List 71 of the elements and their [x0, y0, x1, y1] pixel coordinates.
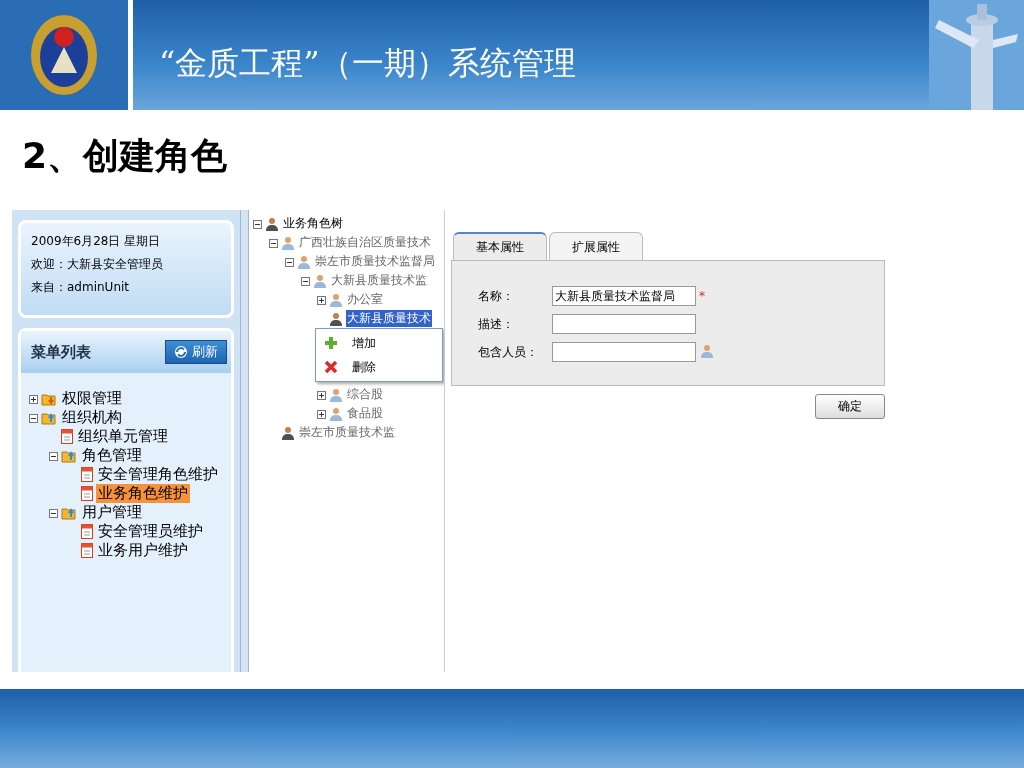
person-icon: [329, 292, 343, 307]
menu-item[interactable]: 安全管理员维护: [96, 522, 205, 541]
collapse-icon[interactable]: [285, 258, 294, 267]
field-label: 名称：: [478, 287, 515, 305]
menu-item[interactable]: 业务用户维护: [96, 541, 190, 560]
tree-item[interactable]: 大新县质量技术: [346, 310, 432, 327]
folder-icon: [41, 410, 57, 425]
menu-item[interactable]: 组织单元管理: [76, 427, 170, 446]
refresh-icon: [174, 345, 188, 359]
tree-item[interactable]: 综合股: [346, 386, 384, 403]
collapse-icon[interactable]: [29, 414, 38, 423]
menu-item[interactable]: 权限管理: [60, 389, 124, 408]
info-line: 来自：adminUnit: [31, 279, 131, 296]
document-icon: [61, 429, 73, 444]
folder-icon: [61, 505, 77, 520]
collapse-icon[interactable]: [253, 220, 262, 229]
input-field[interactable]: [552, 314, 696, 334]
collapse-icon[interactable]: [49, 509, 58, 518]
person-icon: [700, 343, 714, 358]
document-icon: [81, 467, 93, 482]
expand-icon[interactable]: [29, 395, 38, 404]
person-icon: [281, 235, 295, 250]
tree-item[interactable]: 办公室: [346, 291, 384, 308]
person-icon: [281, 425, 295, 440]
menu-item[interactable]: 删除: [352, 358, 376, 376]
tree-item[interactable]: 大新县质量技术监: [330, 272, 428, 289]
expand-icon[interactable]: [317, 391, 326, 400]
input-field[interactable]: [552, 342, 696, 362]
tree-item[interactable]: 崇左市质量技术监: [298, 424, 396, 441]
field-label: 包含人员：: [478, 343, 539, 361]
slide-heading: 2、创建角色: [21, 134, 229, 178]
refresh-button[interactable]: 刷新: [165, 340, 227, 364]
tree-item[interactable]: 广西壮族自治区质量技术: [298, 234, 432, 251]
menu-item[interactable]: 用户管理: [80, 503, 144, 522]
slide-title: “金质工程”（一期）系统管理: [158, 43, 576, 84]
menu-item[interactable]: 角色管理: [80, 446, 144, 465]
menu-item[interactable]: 增加: [352, 334, 376, 352]
tab[interactable]: 基本属性: [453, 232, 547, 260]
plus-icon: [324, 336, 338, 350]
info-line: 欢迎：大新县安全管理员: [31, 256, 164, 273]
document-icon: [81, 543, 93, 558]
input-field[interactable]: 大新县质量技术监督局: [552, 286, 696, 306]
folder-icon: [61, 448, 77, 463]
person-icon: [313, 273, 327, 288]
menu-item[interactable]: 组织机构: [60, 408, 124, 427]
close-icon: [324, 360, 338, 374]
person-icon: [329, 406, 343, 421]
document-icon: [81, 486, 93, 501]
menu-item[interactable]: 业务角色维护: [96, 484, 190, 503]
document-icon: [81, 524, 93, 539]
info-line: 2009年6月28日 星期日: [31, 233, 162, 250]
tab[interactable]: 扩展属性: [549, 232, 643, 260]
field-label: 描述：: [478, 315, 515, 333]
collapse-icon[interactable]: [301, 277, 310, 286]
menu-item[interactable]: 安全管理角色维护: [96, 465, 220, 484]
confirm-button[interactable]: 确定: [815, 394, 885, 419]
collapse-icon[interactable]: [49, 452, 58, 461]
expand-icon[interactable]: [317, 410, 326, 419]
menu-title: 菜单列表: [31, 342, 91, 362]
tree-item[interactable]: 崇左市质量技术监督局: [314, 253, 436, 270]
tree-item[interactable]: 业务角色树: [282, 215, 344, 232]
emblem-icon: [29, 13, 99, 97]
person-icon: [329, 311, 343, 326]
person-icon: [265, 216, 279, 231]
folder-icon: [41, 391, 57, 406]
tree-item[interactable]: 食品股: [346, 405, 384, 422]
person-icon: [329, 387, 343, 402]
expand-icon[interactable]: [317, 296, 326, 305]
required-mark: *: [699, 289, 705, 303]
collapse-icon[interactable]: [269, 239, 278, 248]
person-icon: [297, 254, 311, 269]
